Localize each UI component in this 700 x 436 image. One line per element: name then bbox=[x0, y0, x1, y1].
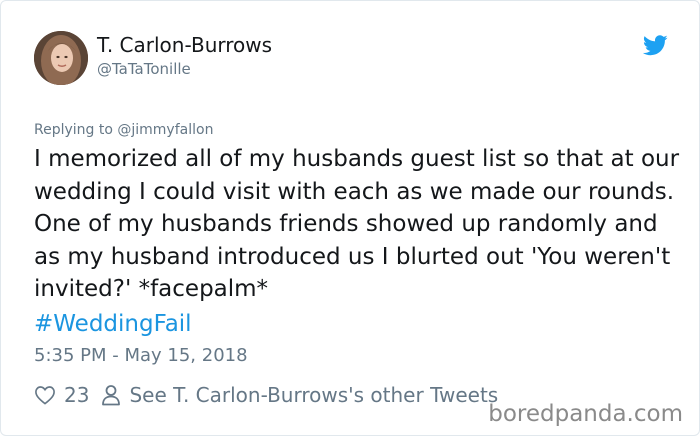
tweet-text: I memorized all of my husbands guest lis… bbox=[34, 146, 680, 302]
person-icon bbox=[102, 385, 121, 406]
author-display-name[interactable]: T. Carlon-Burrows bbox=[97, 33, 272, 57]
tweet-card: T. Carlon-Burrows @TaTaTonille Replying … bbox=[0, 0, 700, 436]
replying-to[interactable]: Replying to @jimmyfallon bbox=[34, 122, 213, 138]
see-other-tweets-link[interactable]: See T. Carlon-Burrows's other Tweets bbox=[129, 383, 498, 407]
tweet-timestamp[interactable]: 5:35 PM - May 15, 2018 bbox=[34, 345, 248, 366]
author-handle[interactable]: @TaTaTonille bbox=[97, 60, 191, 78]
avatar[interactable] bbox=[34, 31, 88, 85]
tweet-actions: 23 See T. Carlon-Burrows's other Tweets bbox=[34, 381, 498, 409]
twitter-bird-icon[interactable] bbox=[643, 35, 668, 56]
hashtag-link[interactable]: #WeddingFail bbox=[34, 308, 192, 341]
heart-icon[interactable] bbox=[34, 385, 56, 405]
boredpanda-watermark: boredpanda.com bbox=[488, 401, 683, 427]
like-count: 23 bbox=[64, 383, 90, 407]
